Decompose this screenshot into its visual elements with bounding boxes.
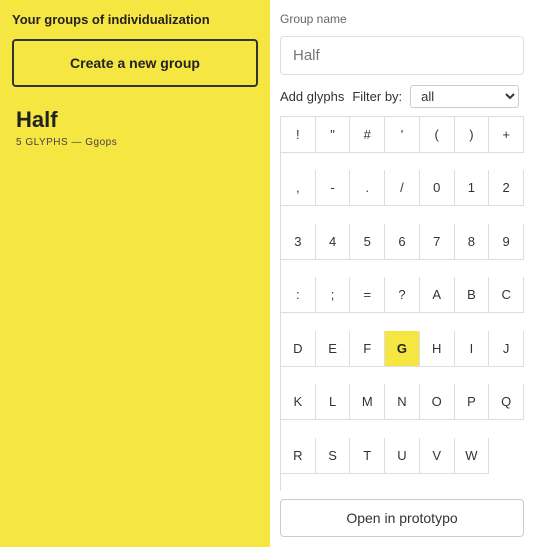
create-new-group-button[interactable]: Create a new group <box>12 39 258 87</box>
group-card-meta: 5 GLYPHS — Ggops <box>16 137 254 148</box>
filter-select[interactable]: alluppercaselowercasenumberssymbols <box>410 85 519 108</box>
glyph-cell[interactable]: # <box>350 117 385 153</box>
glyph-cell[interactable]: T <box>350 438 385 474</box>
glyph-cell[interactable]: P <box>455 384 490 420</box>
glyph-cell[interactable]: . <box>350 170 385 206</box>
add-glyphs-row: Add glyphs Filter by: alluppercaselowerc… <box>280 85 524 108</box>
glyph-cell[interactable]: A <box>420 277 455 313</box>
glyph-cell[interactable]: B <box>455 277 490 313</box>
glyph-cell[interactable]: H <box>420 331 455 367</box>
filter-by-label: Filter by: <box>352 89 402 104</box>
glyph-cell[interactable]: L <box>316 384 351 420</box>
glyph-cell[interactable]: Q <box>489 384 524 420</box>
glyph-cell[interactable]: R <box>281 438 316 474</box>
glyph-cell[interactable]: M <box>350 384 385 420</box>
glyph-cell[interactable]: ' <box>385 117 420 153</box>
glyph-cell[interactable]: 8 <box>455 224 490 260</box>
group-card-name: Half <box>16 107 254 133</box>
glyph-cell[interactable]: : <box>281 277 316 313</box>
glyph-cell[interactable]: 5 <box>350 224 385 260</box>
glyph-cell[interactable]: V <box>420 438 455 474</box>
open-in-prototypo-button[interactable]: Open in prototypo <box>280 499 524 537</box>
glyph-cell[interactable]: K <box>281 384 316 420</box>
glyph-cell[interactable]: D <box>281 331 316 367</box>
glyph-cell[interactable]: I <box>455 331 490 367</box>
glyph-cell[interactable]: W <box>455 438 490 474</box>
glyph-cell[interactable]: " <box>316 117 351 153</box>
glyph-cell[interactable]: S <box>316 438 351 474</box>
glyph-cell[interactable]: ? <box>385 277 420 313</box>
glyph-cell[interactable]: / <box>385 170 420 206</box>
glyph-cell[interactable]: , <box>281 170 316 206</box>
glyph-cell[interactable]: F <box>350 331 385 367</box>
glyph-cell[interactable]: 9 <box>489 224 524 260</box>
glyph-cell[interactable]: 7 <box>420 224 455 260</box>
glyph-cell[interactable]: G <box>385 331 420 367</box>
group-card: Half 5 GLYPHS — Ggops <box>12 97 258 158</box>
right-panel: Group name Add glyphs Filter by: alluppe… <box>270 0 534 547</box>
add-glyphs-label: Add glyphs <box>280 89 344 104</box>
glyph-cell[interactable]: ; <box>316 277 351 313</box>
glyph-grid: !"#'()+,-./012 3456789:;=?ABC DEFGHIJ KLMNO… <box>280 116 524 491</box>
glyph-cell[interactable]: - <box>316 170 351 206</box>
glyph-cell[interactable]: J <box>489 331 524 367</box>
glyph-cell[interactable]: 2 <box>489 170 524 206</box>
glyph-cell[interactable]: C <box>489 277 524 313</box>
glyph-cell[interactable]: ) <box>455 117 490 153</box>
glyph-cell[interactable]: O <box>420 384 455 420</box>
group-name-input[interactable] <box>280 36 524 75</box>
glyph-cell[interactable]: 3 <box>281 224 316 260</box>
glyph-cell[interactable]: ! <box>281 117 316 153</box>
group-name-label: Group name <box>280 12 524 26</box>
panel-title: Your groups of individualization <box>12 12 258 29</box>
glyph-cell[interactable]: ( <box>420 117 455 153</box>
glyph-cell[interactable]: E <box>316 331 351 367</box>
glyph-cell[interactable]: 6 <box>385 224 420 260</box>
glyph-cell[interactable]: 1 <box>455 170 490 206</box>
glyph-cell[interactable]: 0 <box>420 170 455 206</box>
left-panel: Your groups of individualization Create … <box>0 0 270 547</box>
glyph-cell[interactable]: = <box>350 277 385 313</box>
glyph-cell[interactable]: U <box>385 438 420 474</box>
glyph-cell[interactable]: 4 <box>316 224 351 260</box>
glyph-cell[interactable]: + <box>489 117 524 153</box>
glyph-cell[interactable]: N <box>385 384 420 420</box>
